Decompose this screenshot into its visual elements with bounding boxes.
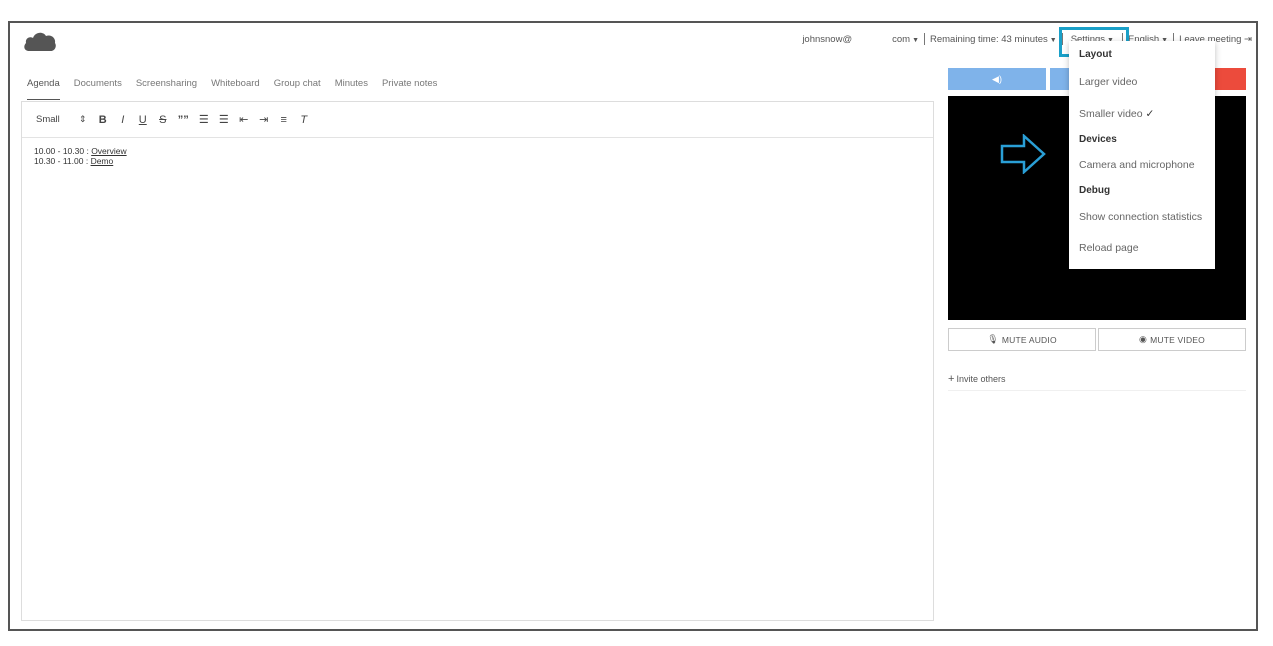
reload-page-option[interactable]: Reload page (1079, 242, 1139, 254)
eye-icon: ◉ (1139, 334, 1148, 344)
media-toggle-row: 🎙 MUTE AUDIO ◉ MUTE VIDEO (948, 328, 1246, 351)
checkmark-icon: ✓ (1145, 108, 1155, 120)
connection-statistics-option[interactable]: Show connection statistics (1079, 211, 1202, 223)
user-menu[interactable]: johnsnow@ com ▼ (802, 34, 919, 45)
bold-button[interactable]: B (98, 114, 108, 126)
user-email-suffix: com (892, 33, 911, 45)
font-size-select[interactable]: Small (36, 114, 60, 125)
editor-content[interactable]: 10.00 - 10.30 : Overview 10.30 - 11.00 :… (22, 138, 933, 174)
devices-header: Devices (1079, 134, 1117, 145)
editor-toolbar: Small ⇕ B I U S ”” ☰ ☰ ⇤ ⇥ ≡ T (22, 102, 933, 138)
bullet-list-icon[interactable]: ☰ (219, 113, 229, 126)
smaller-video-option[interactable]: Smaller video ✓ (1079, 108, 1154, 120)
mute-audio-button[interactable]: 🎙 MUTE AUDIO (948, 328, 1096, 351)
strikethrough-button[interactable]: S (158, 114, 168, 126)
speaker-icon: ◀) (992, 74, 1002, 84)
remaining-time[interactable]: Remaining time: 43 minutes ▼ (930, 34, 1057, 45)
outdent-icon[interactable]: ⇤ (239, 113, 249, 126)
tab-agenda[interactable]: Agenda (27, 78, 60, 100)
tab-screensharing[interactable]: Screensharing (136, 78, 197, 100)
debug-header: Debug (1079, 185, 1111, 196)
mute-video-button[interactable]: ◉ MUTE VIDEO (1098, 328, 1246, 351)
tab-bar: Agenda Documents Screensharing Whiteboar… (27, 78, 451, 100)
tab-group-chat[interactable]: Group chat (274, 78, 321, 100)
invite-label: Invite others (956, 374, 1006, 384)
tab-documents[interactable]: Documents (74, 78, 122, 100)
exit-icon: ⇥ (1244, 33, 1252, 45)
invite-others-link[interactable]: + Invite others (948, 373, 1005, 385)
agenda-line: 10.00 - 10.30 : Overview (34, 146, 921, 156)
mute-video-label: MUTE VIDEO (1150, 334, 1205, 345)
indent-icon[interactable]: ⇥ (259, 113, 269, 126)
align-icon[interactable]: ≡ (279, 114, 289, 126)
remaining-time-label: Remaining time: 43 minutes (930, 33, 1048, 45)
mute-audio-label: MUTE AUDIO (1001, 334, 1057, 345)
agenda-line: 10.30 - 11.00 : Demo (34, 156, 921, 166)
caret-down-icon: ▼ (1049, 36, 1057, 44)
plus-icon: + (948, 373, 955, 385)
smaller-video-label: Smaller video (1079, 108, 1143, 120)
underline-button[interactable]: U (138, 114, 148, 126)
user-email: johnsnow@ (802, 33, 853, 45)
clear-format-button[interactable]: T (299, 114, 309, 126)
agenda-editor: Small ⇕ B I U S ”” ☰ ☰ ⇤ ⇥ ≡ T 10.00 - 1… (21, 101, 934, 621)
microphone-icon: 🎙 (987, 334, 999, 344)
divider (948, 390, 1246, 391)
speaker-button[interactable]: ◀) (948, 68, 1046, 90)
tab-whiteboard[interactable]: Whiteboard (211, 78, 260, 100)
size-stepper-icon[interactable]: ⇕ (78, 114, 88, 125)
ordered-list-icon[interactable]: ☰ (199, 113, 209, 126)
font-size-label: Small (36, 114, 60, 125)
blockquote-button[interactable]: ”” (178, 114, 189, 126)
cloud-logo-icon[interactable] (23, 30, 57, 52)
tab-private-notes[interactable]: Private notes (382, 78, 437, 100)
agenda-link-overview[interactable]: Overview (91, 146, 126, 156)
italic-button[interactable]: I (118, 114, 128, 126)
agenda-link-demo[interactable]: Demo (91, 156, 114, 166)
arrow-right-icon (1000, 134, 1046, 174)
app-window: johnsnow@ com ▼ Remaining time: 43 minutes… (8, 21, 1258, 631)
agenda-time: 10.30 - 11.00 : (34, 156, 91, 166)
agenda-time: 10.00 - 10.30 : (34, 146, 92, 156)
call-control-button[interactable] (1050, 68, 1070, 90)
layout-header: Layout (1079, 49, 1112, 60)
settings-dropdown: Layout Larger video Smaller video ✓ Devi… (1069, 41, 1215, 269)
caret-down-icon: ▼ (912, 36, 919, 44)
larger-video-option[interactable]: Larger video (1079, 76, 1137, 88)
camera-microphone-option[interactable]: Camera and microphone (1079, 159, 1195, 171)
divider (924, 33, 925, 45)
tab-minutes[interactable]: Minutes (335, 78, 368, 100)
